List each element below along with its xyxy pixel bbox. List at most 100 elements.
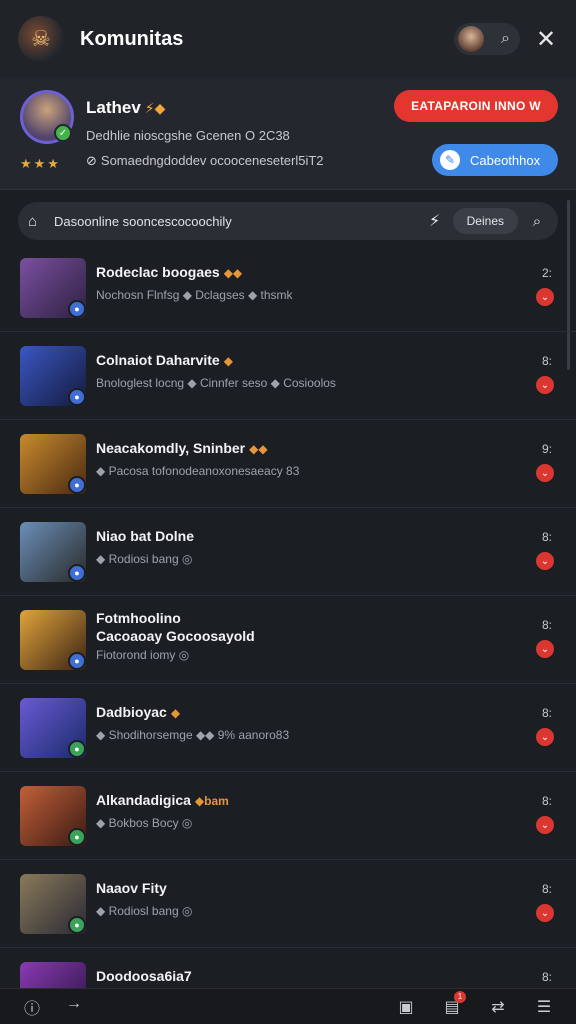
info-icon[interactable]: ⓘ (18, 995, 46, 1019)
item-meta: 8: (541, 618, 552, 632)
item-title: Niao bat Dolne (96, 528, 194, 544)
list-item[interactable]: ● Naaov Fity ◆ Rodiosl bang ◎ 8: ⌄ (0, 860, 576, 948)
chevron-down-icon[interactable]: ⌄ (536, 904, 554, 922)
profile-name-text: Lathev (86, 98, 141, 117)
page-title: Komunitas (80, 27, 184, 50)
item-meta: 8: (541, 530, 552, 544)
item-title-text: Dadbioyac (96, 704, 167, 720)
bottom-nav-left: ⓘ → (18, 995, 88, 1019)
secondary-action-button[interactable]: ✎ Cabeothhox (432, 144, 558, 176)
profile-card: ✓ Lathev ⚡◆ Dedhlie nioscgshe Gcenen O 2C… (0, 78, 576, 190)
item-subtitle: Fiotorond iomy ◎ (96, 648, 190, 662)
item-title: Rodeclac boogaes ◆◆ (96, 264, 242, 280)
item-meta: 8: (541, 354, 552, 368)
bottom-nav-right: ▣ ▤ 1 ⇄ ☰ (392, 990, 558, 1017)
item-subtitle: Nochosn Flnfsg ◆ Dclagses ◆ thsmk (96, 288, 293, 302)
item-title-text: Doodoosa6ia7 (96, 968, 192, 984)
item-title-text: Colnaiot Daharvite (96, 352, 220, 368)
platform-badge-icon: ● (68, 828, 86, 846)
list-item[interactable]: ● Fotmhoolino Cacoaoay Gocoosayold Fiotoron… (0, 596, 576, 684)
platform-badge-icon: ● (68, 916, 86, 934)
notification-icon[interactable]: ▤ 1 (438, 990, 466, 1017)
chevron-down-icon[interactable]: ⌄ (536, 552, 554, 570)
profile-status-text: Somaedngdoddev ocooceneseterl5iT2 (100, 153, 324, 168)
item-title-text: Naaov Fity (96, 880, 167, 896)
filter-text: Dasoonline sooncescocoochily (54, 213, 232, 229)
list-item[interactable]: ● Rodeclac boogaes ◆◆ Nochosn Flnfsg ◆ Dcla… (0, 244, 576, 332)
chevron-down-icon[interactable]: ⌄ (536, 640, 554, 658)
platform-badge-icon: ● (68, 476, 86, 494)
item-title-text: Neacakomdly, Sninber (96, 440, 246, 456)
secondary-action-label: Cabeothhox (470, 152, 541, 168)
item-title-badge: ◆◆ (249, 442, 268, 456)
item-title: Fotmhoolino (96, 610, 181, 626)
link-icon: ⊘ (86, 153, 97, 168)
item-subtitle: ◆ Rodiosi bang ◎ (96, 552, 193, 566)
platform-badge-icon: ● (68, 388, 86, 406)
item-title-badge: ◆bam (194, 794, 229, 808)
verified-icon: ✓ (54, 124, 72, 142)
list-item[interactable]: ● Alkandadigica ◆bam ◆ Bokbos Bocy ◎ 8: ⌄ (0, 772, 576, 860)
arrow-right-icon[interactable]: → (60, 995, 88, 1019)
list-item[interactable]: ● Colnaiot Daharvite ◆ Bnologlest locng ◆ C… (0, 332, 576, 420)
item-title: Colnaiot Daharvite ◆ (96, 352, 233, 368)
top-bar: ☠ Komunitas ⌕ ✕ (0, 0, 576, 78)
item-title-badge: ◆◆ (223, 266, 243, 280)
menu-icon[interactable]: ☰ (530, 997, 558, 1017)
item-title: Naaov Fity (96, 880, 167, 896)
item-title-text: Fotmhoolino (96, 610, 181, 626)
chevron-down-icon[interactable]: ⌄ (536, 728, 554, 746)
item-title: Doodoosa6ia7 (96, 968, 192, 984)
item-title-text: Niao bat Dolne (96, 528, 195, 544)
filter-bar[interactable]: ⌂ Dasoonline sooncescocoochily ⚡ Deines … (18, 202, 558, 240)
chevron-down-icon[interactable]: ⌄ (536, 288, 554, 306)
primary-action-button[interactable]: EATAPAROIN INNO W (394, 90, 558, 122)
platform-badge-icon: ● (68, 300, 86, 318)
item-meta: 8: (541, 706, 552, 720)
item-title-line2: Cacoaoay Gocoosayold (96, 628, 255, 644)
chevron-down-icon[interactable]: ⌄ (536, 816, 554, 834)
item-meta: 8: (541, 970, 552, 984)
bolt-icon[interactable]: ⚡ (425, 211, 445, 231)
item-title: Neacakomdly, Sninber ◆◆ (96, 440, 268, 456)
edit-icon: ✎ (440, 150, 460, 170)
user-avatar[interactable] (458, 26, 484, 52)
list-item[interactable]: ● Niao bat Dolne ◆ Rodiosi bang ◎ 8: ⌄ (0, 508, 576, 596)
item-title: Dadbioyac ◆ (96, 704, 180, 720)
top-actions: ⌕ ✕ (454, 23, 558, 55)
search-icon[interactable]: ⌕ (526, 213, 548, 230)
item-title-badge: ◆ (170, 706, 181, 720)
game-logo-icon[interactable]: ☠ (18, 16, 64, 62)
chat-icon[interactable]: ▣ (392, 997, 420, 1017)
list-item[interactable]: ● Dadbioyac ◆ ◆ Shodihorsemge ◆◆ 9% aanoro8… (0, 684, 576, 772)
platform-badge-icon: ● (68, 564, 86, 582)
home-icon[interactable]: ⌂ (28, 213, 48, 230)
item-title-text: Rodeclac boogaes (96, 264, 220, 280)
item-subtitle: Bnologlest locng ◆ Cinnfer seso ◆ Cosioo… (96, 376, 336, 390)
filter-chip[interactable]: Deines (452, 208, 518, 234)
search-icon[interactable]: ⌕ (501, 30, 510, 48)
item-title: Alkandadigica ◆bam (96, 792, 229, 808)
item-title-text: Alkandadigica (96, 792, 191, 808)
profile-status: ⊘ Somaedngdoddev ocooceneseterl5iT2 (86, 153, 324, 169)
item-subtitle: ◆ Shodihorsemge ◆◆ 9% aanoro83 (96, 728, 290, 742)
account-search-pill[interactable]: ⌕ (454, 23, 520, 55)
profile-badges: ⚡◆ (144, 100, 166, 116)
community-list: ● Rodeclac boogaes ◆◆ Nochosn Flnfsg ◆ Dcla… (0, 244, 576, 1024)
close-button[interactable]: ✕ (534, 25, 558, 54)
rating-stars: ★★★ (20, 156, 61, 171)
notification-badge: 1 (454, 990, 466, 1003)
list-item[interactable]: ● Neacakomdly, Sninber ◆◆ ◆ Pacosa tofonode… (0, 420, 576, 508)
item-subtitle: ◆ Rodiosl bang ◎ (96, 904, 193, 918)
expand-icon[interactable]: ⇄ (484, 997, 512, 1017)
item-subtitle: ◆ Bokbos Bocy ◎ (96, 816, 193, 830)
profile-subtitle: Dedhlie nioscgshe Gcenen O 2C38 (86, 128, 290, 143)
item-title-badge: ◆ (223, 354, 233, 368)
platform-badge-icon: ● (68, 740, 86, 758)
filter-actions: ⚡ Deines ⌕ (425, 208, 548, 234)
chevron-down-icon[interactable]: ⌄ (536, 464, 554, 482)
chevron-down-icon[interactable]: ⌄ (536, 376, 554, 394)
item-meta: 2: (541, 266, 552, 280)
platform-badge-icon: ● (68, 652, 86, 670)
item-meta: 8: (541, 794, 552, 808)
